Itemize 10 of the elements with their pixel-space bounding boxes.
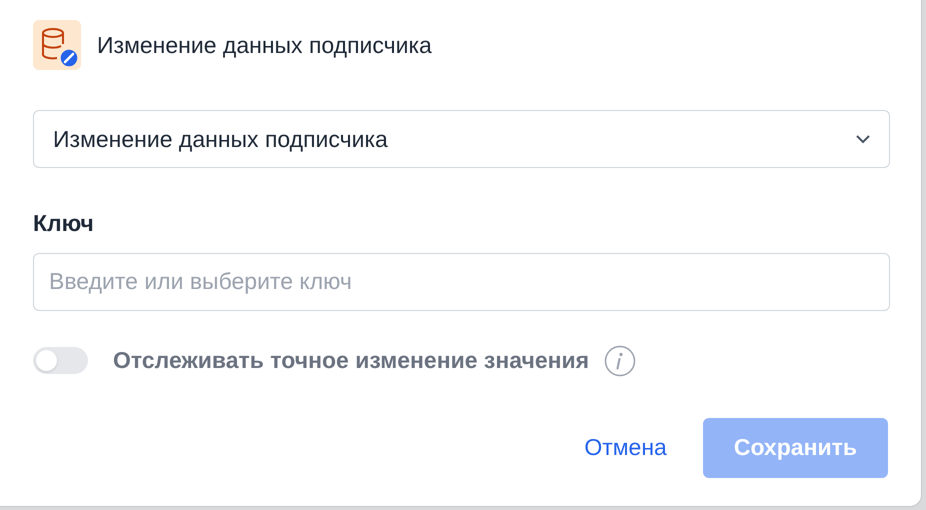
toggle-label: Отслеживать точное изменение значения (113, 346, 590, 376)
info-icon[interactable] (604, 344, 636, 376)
key-input-field[interactable]: Введите или выберите ключ (33, 252, 890, 310)
action-dropdown[interactable]: Изменение данных подписчика (33, 110, 890, 168)
cancel-link[interactable]: Отмена (584, 430, 667, 465)
chevron-down-icon (855, 134, 871, 144)
dialog-title: Изменение данных подписчика (97, 30, 432, 60)
database-edit-icon (33, 20, 81, 70)
toggle-switch[interactable] (33, 347, 88, 374)
key-label: Ключ (33, 209, 94, 238)
